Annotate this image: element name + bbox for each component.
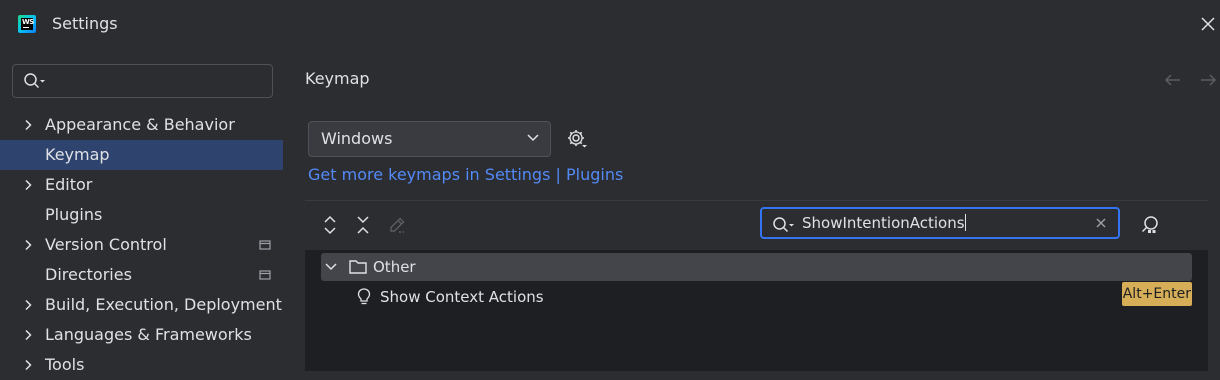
sidebar-item-languages-frameworks[interactable]: Languages & Frameworks xyxy=(0,320,283,350)
keymap-panel: Keymap Windows Get more keymaps in Setti… xyxy=(283,48,1220,371)
settings-search-input[interactable] xyxy=(12,64,273,98)
tree-group-row[interactable]: Other xyxy=(321,253,1192,281)
webstorm-logo-icon: WS xyxy=(18,15,36,33)
clear-icon[interactable] xyxy=(1095,217,1107,229)
history-navigation xyxy=(1163,72,1218,92)
sidebar-item-build-execution-deployment[interactable]: Build, Execution, Deployment xyxy=(0,290,283,320)
sidebar-item-directories[interactable]: Directories xyxy=(0,260,283,290)
keymap-links: Get more keymaps in Settings | Plugins xyxy=(308,165,623,184)
keymap-actions-tree: Other Show Context Actions Alt+Enter xyxy=(305,250,1208,371)
divider xyxy=(305,200,1208,201)
sidebar-item-editor[interactable]: Editor xyxy=(0,170,283,200)
chevron-right-icon[interactable] xyxy=(22,329,34,341)
expand-all-icon xyxy=(324,215,336,235)
sidebar-item-plugins[interactable]: Plugins xyxy=(0,200,283,230)
forward-arrow-icon[interactable] xyxy=(1198,72,1218,88)
edit-shortcut-button[interactable] xyxy=(387,215,407,239)
find-by-shortcut-button[interactable] xyxy=(1140,214,1162,240)
action-filter-input[interactable]: ShowIntentionActions xyxy=(760,207,1120,239)
sidebar-item-label: Keymap xyxy=(45,145,110,164)
title-bar: WS Settings xyxy=(0,0,1220,48)
settings-nav-list: Appearance & Behavior Keymap Editor Plugins… xyxy=(0,110,283,380)
keymap-settings-button[interactable] xyxy=(566,128,588,154)
project-settings-icon xyxy=(259,270,271,280)
search-icon xyxy=(773,217,794,233)
sidebar-item-label: Editor xyxy=(45,175,93,194)
tree-group-label: Other xyxy=(373,258,416,276)
sidebar-item-keymap[interactable]: Keymap xyxy=(0,140,283,170)
chevron-down-icon xyxy=(527,134,539,142)
sidebar-item-label: Languages & Frameworks xyxy=(45,325,252,344)
close-button[interactable] xyxy=(1196,12,1220,36)
expand-all-button[interactable] xyxy=(321,215,339,239)
project-settings-icon xyxy=(259,240,271,250)
page-title: Keymap xyxy=(305,69,370,88)
tree-action-row[interactable]: Show Context Actions Alt+Enter xyxy=(305,282,1208,311)
keymap-dropdown[interactable]: Windows xyxy=(308,121,551,157)
chevron-down-icon[interactable] xyxy=(324,260,338,274)
pencil-icon xyxy=(390,217,405,233)
sidebar-item-label: Tools xyxy=(45,355,85,374)
sidebar-item-label: Build, Execution, Deployment xyxy=(45,295,282,314)
sidebar-item-tools[interactable]: Tools xyxy=(0,350,283,380)
folder-icon xyxy=(349,260,367,274)
window-title: Settings xyxy=(52,14,118,33)
find-shortcut-icon xyxy=(1141,216,1158,233)
back-arrow-icon[interactable] xyxy=(1163,72,1183,88)
collapse-all-button[interactable] xyxy=(354,215,372,239)
get-keymaps-link[interactable]: Get more keymaps in Settings xyxy=(308,165,550,184)
chevron-right-icon[interactable] xyxy=(22,119,34,131)
sidebar-item-label: Plugins xyxy=(45,205,103,224)
chevron-right-icon[interactable] xyxy=(22,239,34,251)
tree-action-label: Show Context Actions xyxy=(380,288,544,306)
shortcut-badge: Alt+Enter xyxy=(1121,282,1192,306)
lightbulb-icon xyxy=(357,288,371,305)
sidebar-item-label: Version Control xyxy=(45,235,167,254)
chevron-right-icon[interactable] xyxy=(22,179,34,191)
chevron-right-icon[interactable] xyxy=(22,359,34,371)
close-icon xyxy=(1201,17,1215,31)
chevron-right-icon[interactable] xyxy=(22,299,34,311)
sidebar-item-appearance-behavior[interactable]: Appearance & Behavior xyxy=(0,110,283,140)
sidebar-item-label: Directories xyxy=(45,265,132,284)
sidebar-item-version-control[interactable]: Version Control xyxy=(0,230,283,260)
text-cursor xyxy=(964,214,966,231)
collapse-all-icon xyxy=(357,216,369,234)
sidebar-item-label: Appearance & Behavior xyxy=(45,115,235,134)
gear-icon xyxy=(568,130,587,148)
link-separator: | xyxy=(555,165,561,184)
action-filter-value: ShowIntentionActions xyxy=(802,214,965,232)
keymap-dropdown-value: Windows xyxy=(321,129,393,148)
settings-sidebar: Appearance & Behavior Keymap Editor Plugins… xyxy=(0,48,283,374)
plugins-link[interactable]: Plugins xyxy=(566,165,623,184)
search-icon xyxy=(24,73,45,89)
